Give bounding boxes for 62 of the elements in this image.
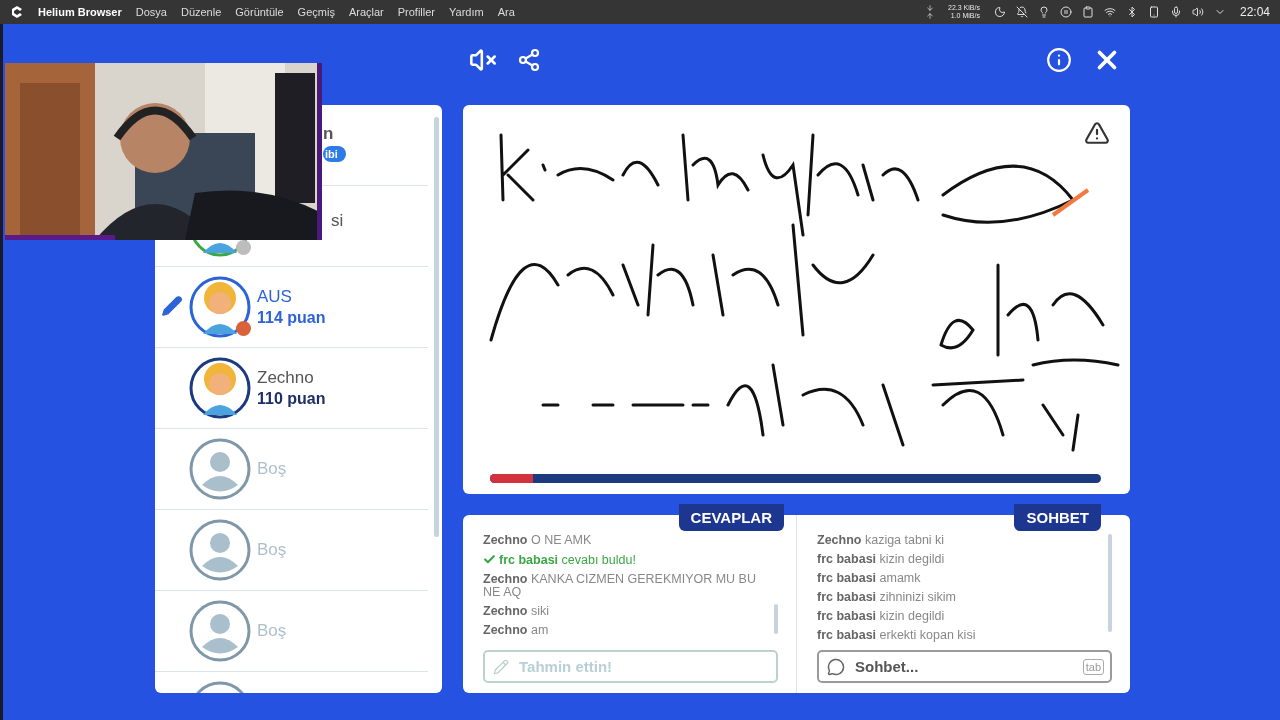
chat-message: frc babasi zihninizi sikim xyxy=(817,591,957,604)
download-arrow-icon xyxy=(926,4,935,12)
player-badge: ibi xyxy=(323,146,346,162)
menu-item[interactable]: Yardım xyxy=(449,6,484,18)
chat-field[interactable]: Sohbet... xyxy=(853,657,1075,676)
menu-item[interactable]: Ara xyxy=(497,6,515,18)
correct-guess-message: frc babasi cevabı buldu! xyxy=(483,553,764,567)
lightbulb-icon[interactable] xyxy=(1037,6,1050,18)
upload-arrow-icon xyxy=(926,12,935,20)
phone-icon[interactable] xyxy=(1147,6,1160,18)
wifi-icon[interactable] xyxy=(1103,6,1116,18)
chat-message: frc babasi erkekti kopan kisi xyxy=(817,629,977,642)
chat-message: Zechno KANKA CIZMEN GEREKMIYOR MU BU NE AQ xyxy=(483,573,757,599)
chat-message: Zechno O NE AMK xyxy=(483,534,593,547)
player-name: n xyxy=(323,124,335,144)
empty-slot-label: Boş xyxy=(257,459,287,479)
empty-avatar-icon xyxy=(189,600,251,662)
menu-item[interactable]: Dosya xyxy=(135,6,167,18)
scrollbar[interactable] xyxy=(434,117,439,537)
menu-item[interactable]: Geçmiş xyxy=(297,6,335,18)
microphone-icon[interactable] xyxy=(1169,6,1182,18)
key-hint: tab xyxy=(1082,658,1104,675)
chat-message: frc babasi kizin degildi xyxy=(817,553,946,566)
menu-item[interactable]: Görüntüle xyxy=(235,6,284,18)
chat-message: frc babasi kizin degildi xyxy=(817,610,946,623)
player-points: 114 puan xyxy=(257,309,326,327)
player-points: 110 puan xyxy=(257,390,326,408)
report-warning-icon[interactable] xyxy=(1084,120,1110,146)
drawing-canvas[interactable] xyxy=(463,105,1130,494)
empty-slot-label: Boş xyxy=(257,621,287,641)
menu-item[interactable]: Düzenle xyxy=(180,6,222,18)
menu-item[interactable]: Profiller xyxy=(397,6,436,18)
empty-avatar-icon xyxy=(189,438,251,500)
bell-off-icon[interactable] xyxy=(1015,6,1028,18)
clock: 22:04 xyxy=(1239,5,1270,19)
empty-slot-label: Boş xyxy=(257,540,287,560)
chat-tab[interactable]: SOHBET xyxy=(1014,504,1101,531)
moon-icon[interactable] xyxy=(993,6,1006,18)
player-name: si xyxy=(331,211,344,231)
eraser-mark-icon xyxy=(1051,188,1090,217)
scrollbar[interactable] xyxy=(1108,534,1112,632)
answers-tab[interactable]: CEVAPLAR xyxy=(678,504,784,531)
avatar-icon xyxy=(189,276,251,338)
app-name: Helium Browser xyxy=(38,6,122,18)
chat-bubble-icon xyxy=(827,657,845,676)
player-name: Zechno xyxy=(257,368,315,388)
empty-avatar-icon xyxy=(189,519,251,581)
info-icon[interactable] xyxy=(1046,46,1072,73)
chat-message: Zechno siki xyxy=(483,605,550,618)
browser-logo-icon xyxy=(10,5,24,19)
clipboard-icon[interactable] xyxy=(1081,6,1094,18)
check-icon xyxy=(483,553,496,566)
pencil-icon xyxy=(493,658,509,675)
volume-icon[interactable] xyxy=(1191,6,1204,18)
menu-item[interactable]: Araçlar xyxy=(348,6,384,18)
chat-message: Zechno am xyxy=(483,624,550,637)
chat-message: Zechno kaziga tabni ki xyxy=(817,534,946,547)
player-name: AUS xyxy=(257,287,293,307)
chat-message: frc babasi amamk xyxy=(817,572,922,585)
share-icon[interactable] xyxy=(517,47,541,72)
scrollbar[interactable] xyxy=(774,604,778,634)
avatar-icon xyxy=(189,357,251,419)
